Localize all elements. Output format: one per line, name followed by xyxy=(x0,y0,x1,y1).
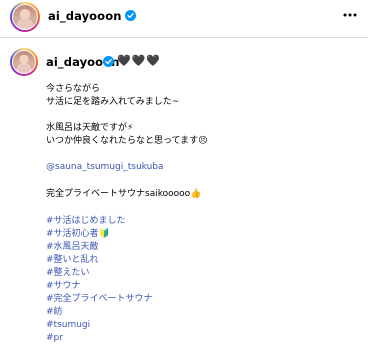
hashtag-link[interactable]: #サウナ xyxy=(46,281,81,292)
caption-line-1: 今さらながら xyxy=(46,84,101,94)
worried-face-emoji: 😣 xyxy=(198,136,208,146)
caption-text: 水風呂は天敵ですが xyxy=(46,123,128,133)
hashtag-link[interactable]: #整えたい xyxy=(46,268,90,279)
black-hearts-emoji: 🖤🖤🖤 xyxy=(117,54,162,67)
hashtag-link[interactable]: #水風呂天敵 xyxy=(46,242,99,253)
caption-line-4: いつか仲良くなれたらなと思ってます😣 xyxy=(46,136,208,147)
profile-avatar[interactable] xyxy=(10,2,40,32)
beginner-mark-emoji: 🔰 xyxy=(98,229,110,239)
verified-badge-icon xyxy=(125,10,136,21)
hashtag-link[interactable]: #tsumugi xyxy=(46,320,90,331)
caption-text: 完全プライベートサウナsaikooooo xyxy=(46,189,191,199)
hashtag-link[interactable]: #完全プライベートサウナ xyxy=(46,294,153,305)
header-username[interactable]: ai_dayooon xyxy=(48,9,121,23)
hashtag-link[interactable]: #サ活はじめました xyxy=(46,216,126,227)
hashtag-link[interactable]: #サ活初心者 xyxy=(46,229,99,239)
post-header: ai_dayooon xyxy=(0,0,368,38)
caption-line-2: サ活に足を踏み入れてみました~ xyxy=(46,97,180,107)
caption-text: いつか仲良くなれたらなと思ってます xyxy=(46,136,199,146)
lightning-emoji: ⚡ xyxy=(127,123,134,133)
more-options-icon[interactable] xyxy=(339,4,361,26)
hashtag-link[interactable]: #pr xyxy=(46,333,63,344)
hashtag-link[interactable]: #紡 xyxy=(46,307,63,318)
caption-line-6: 完全プライベートサウナsaikooooo👍 xyxy=(46,189,201,200)
caption-line-3: 水風呂は天敵ですが⚡ xyxy=(46,123,133,134)
caption-verified-badge-icon xyxy=(103,56,114,67)
hashtag-line: #サ活初心者🔰 xyxy=(46,229,110,240)
mention-link[interactable]: @sauna_tsumugi_tsukuba xyxy=(46,162,164,173)
hashtag-link[interactable]: #整いと乱れ xyxy=(46,255,99,266)
thumbs-up-emoji: 👍 xyxy=(190,189,202,199)
caption-avatar[interactable] xyxy=(10,48,38,76)
